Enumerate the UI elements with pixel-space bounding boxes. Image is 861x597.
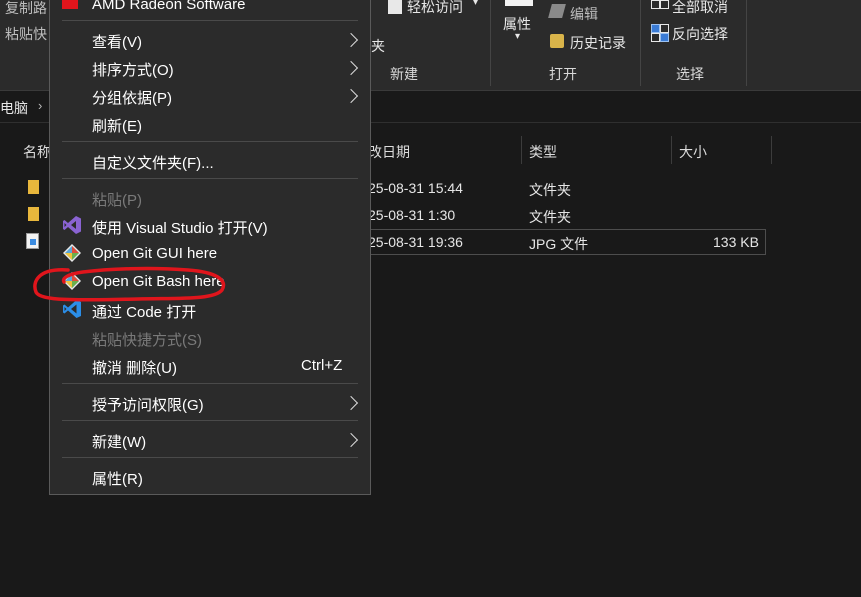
new-group-partial-label: 夹 bbox=[371, 38, 385, 54]
column-separator[interactable] bbox=[771, 136, 772, 164]
menu-item-new[interactable]: 新建(W) bbox=[92, 431, 146, 452]
open-group-label: 打开 bbox=[549, 66, 577, 82]
file-date: 25-08-31 15:44 bbox=[368, 180, 463, 196]
menu-item-sort[interactable]: 排序方式(O) bbox=[92, 59, 174, 80]
menu-item-properties[interactable]: 属性(R) bbox=[92, 468, 143, 489]
menu-item-customize-folder[interactable]: 自定义文件夹(F)... bbox=[92, 152, 214, 173]
select-none-button[interactable]: 全部取消 bbox=[672, 0, 728, 17]
menu-item-view[interactable]: 查看(V) bbox=[92, 31, 142, 52]
image-file-icon bbox=[26, 233, 39, 249]
menu-item-paste[interactable]: 粘贴(P) bbox=[92, 189, 142, 210]
column-header-date[interactable]: 改日期 bbox=[368, 142, 410, 162]
folder-icon bbox=[28, 207, 39, 221]
folder-icon bbox=[28, 180, 39, 194]
file-date: 25-08-31 1:30 bbox=[368, 207, 456, 223]
file-type: 文件夹 bbox=[529, 182, 571, 198]
easy-access-icon bbox=[388, 0, 402, 14]
menu-separator bbox=[62, 383, 358, 384]
edit-button[interactable]: 编辑 bbox=[570, 4, 598, 24]
menu-item-amd-radeon[interactable]: AMD Radeon Software bbox=[92, 0, 245, 13]
edit-icon bbox=[548, 4, 566, 18]
menu-item-open-visual-studio[interactable]: 使用 Visual Studio 打开(V) bbox=[92, 217, 268, 238]
menu-separator bbox=[62, 20, 358, 21]
select-none-icon bbox=[651, 0, 660, 9]
select-group-label: 选择 bbox=[676, 66, 704, 82]
column-separator[interactable] bbox=[521, 136, 522, 164]
breadcrumb-this-pc[interactable]: 电脑 bbox=[0, 98, 28, 118]
new-group-label: 新建 bbox=[390, 66, 418, 82]
history-icon bbox=[550, 34, 564, 48]
menu-separator bbox=[62, 141, 358, 142]
group-divider bbox=[490, 0, 491, 86]
invert-selection-icon-part bbox=[651, 33, 660, 42]
invert-selection-button[interactable]: 反向选择 bbox=[672, 24, 728, 44]
menu-separator bbox=[62, 457, 358, 458]
undo-shortcut: Ctrl+Z bbox=[301, 357, 343, 374]
easy-access-dropdown-icon[interactable]: ▾ bbox=[473, 0, 478, 8]
menu-item-group-by[interactable]: 分组依据(P) bbox=[92, 87, 172, 108]
amd-icon bbox=[62, 0, 78, 9]
file-type: JPG 文件 bbox=[529, 236, 589, 252]
breadcrumb-chevron-icon[interactable]: › bbox=[38, 98, 42, 113]
menu-item-refresh[interactable]: 刷新(E) bbox=[92, 115, 142, 136]
paste-shortcut-button[interactable]: 粘贴快 bbox=[5, 24, 47, 44]
menu-item-paste-shortcut[interactable]: 粘贴快捷方式(S) bbox=[92, 329, 202, 350]
invert-selection-icon bbox=[651, 24, 660, 33]
column-header-name[interactable]: 名称 bbox=[23, 142, 51, 162]
group-divider bbox=[746, 0, 747, 86]
menu-item-undo-delete[interactable]: 撤消 删除(U) bbox=[92, 357, 177, 378]
select-none-icon-part bbox=[660, 0, 669, 9]
file-date: 25-08-31 19:36 bbox=[368, 234, 463, 250]
easy-access-button[interactable]: 轻松访问 bbox=[407, 0, 463, 17]
properties-icon bbox=[505, 0, 533, 6]
properties-dropdown-icon[interactable]: ▾ bbox=[515, 31, 520, 42]
file-type: 文件夹 bbox=[529, 209, 571, 225]
red-annotation-circle bbox=[33, 266, 226, 302]
column-header-size[interactable]: 大小 bbox=[679, 142, 707, 162]
copy-path-button[interactable]: 复制路 bbox=[5, 0, 47, 18]
column-header-type[interactable]: 类型 bbox=[529, 142, 557, 162]
invert-selection-icon-part bbox=[660, 24, 669, 33]
history-button[interactable]: 历史记录 bbox=[570, 33, 626, 53]
group-divider bbox=[640, 0, 641, 86]
menu-separator bbox=[62, 178, 358, 179]
menu-separator bbox=[62, 420, 358, 421]
column-separator[interactable] bbox=[671, 136, 672, 164]
invert-selection-icon-part bbox=[660, 33, 669, 42]
visual-studio-icon bbox=[63, 216, 81, 234]
file-size: 133 KB bbox=[713, 234, 759, 250]
menu-item-give-access[interactable]: 授予访问权限(G) bbox=[92, 394, 204, 415]
